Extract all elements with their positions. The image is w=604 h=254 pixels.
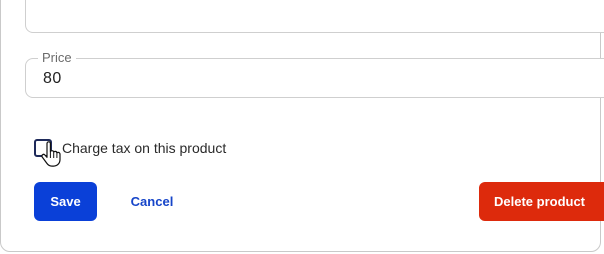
previous-text-field[interactable] bbox=[25, 0, 604, 33]
price-label: Price bbox=[38, 50, 76, 65]
cancel-button[interactable]: Cancel bbox=[122, 182, 182, 221]
price-field[interactable] bbox=[25, 58, 604, 98]
hand-pointer-icon bbox=[41, 141, 61, 167]
delete-product-button[interactable]: Delete product bbox=[479, 182, 604, 221]
save-button[interactable]: Save bbox=[34, 182, 97, 221]
charge-tax-label[interactable]: Charge tax on this product bbox=[62, 140, 226, 157]
price-input-value[interactable]: 80 bbox=[43, 70, 62, 88]
